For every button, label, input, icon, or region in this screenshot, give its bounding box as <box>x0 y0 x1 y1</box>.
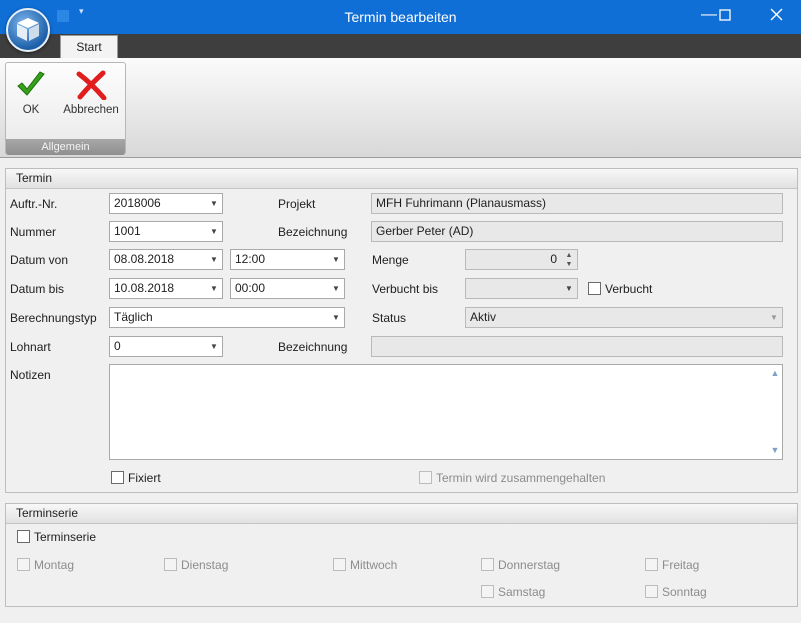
freitag-label: Freitag <box>662 558 700 572</box>
dienstag-checkbox[interactable] <box>164 558 177 571</box>
chevron-down-icon[interactable]: ▼ <box>206 279 222 298</box>
nummer-label: Nummer <box>10 225 57 239</box>
chevron-down-icon[interactable]: ▼ <box>328 308 344 327</box>
samstag-label: Samstag <box>498 585 546 599</box>
notizen-label: Notizen <box>10 368 51 382</box>
projekt-field: MFH Fuhrimann (Planausmass) <box>371 193 783 214</box>
terminserie-checkbox[interactable] <box>17 530 30 543</box>
ribbon-tab-strip <box>0 34 801 58</box>
donnerstag-label: Donnerstag <box>498 558 561 572</box>
termin-header: Termin <box>6 169 797 189</box>
quick-access-icon[interactable] <box>57 8 71 26</box>
status-value: Aktiv <box>470 310 497 324</box>
close-button[interactable] <box>753 0 799 30</box>
status-label: Status <box>372 311 407 325</box>
berechnungstyp-value: Täglich <box>114 310 153 324</box>
cross-icon <box>76 70 107 100</box>
window-title: Termin bearbeiten <box>344 9 457 25</box>
verbucht-bis-label: Verbucht bis <box>372 282 439 296</box>
menge-value: 0 <box>550 252 557 266</box>
auftr-label: Auftr.-Nr. <box>10 197 58 211</box>
terminserie-header: Terminserie <box>6 504 797 524</box>
bezeichnung2-label: Bezeichnung <box>278 340 348 354</box>
dienstag-label: Dienstag <box>181 558 229 572</box>
freitag-checkbox[interactable] <box>645 558 658 571</box>
donnerstag-checkbox[interactable] <box>481 558 494 571</box>
auftr-value: 2018006 <box>114 196 161 210</box>
chevron-down-icon[interactable]: ▼ <box>206 337 222 356</box>
mittwoch-checkbox[interactable] <box>333 558 346 571</box>
projekt-value: MFH Fuhrimann (Planausmass) <box>376 196 547 210</box>
datum-bis-value: 10.08.2018 <box>114 281 175 295</box>
sonntag-checkbox[interactable] <box>645 585 658 598</box>
datum-bis-picker[interactable]: 10.08.2018 ▼ <box>109 278 223 299</box>
datum-von-value: 08.08.2018 <box>114 252 175 266</box>
fixiert-label: Fixiert <box>128 471 161 485</box>
terminserie-label: Terminserie <box>34 530 97 544</box>
sonntag-label: Sonntag <box>662 585 707 599</box>
projekt-label: Projekt <box>278 197 316 211</box>
cancel-label: Abbrechen <box>63 104 119 116</box>
maximize-button[interactable] <box>702 0 748 30</box>
ok-button[interactable]: OK <box>10 70 52 116</box>
chevron-down-icon[interactable]: ▼ <box>206 250 222 269</box>
fixiert-checkbox[interactable] <box>111 471 124 484</box>
nummer-combo[interactable]: 1001 ▼ <box>109 221 223 242</box>
ribbon-group-label: Allgemein <box>6 139 125 155</box>
verbucht-bis-picker[interactable]: ▼ <box>465 278 578 299</box>
datum-von-label: Datum von <box>10 253 69 267</box>
chevron-down-icon[interactable]: ▼ <box>328 250 344 269</box>
auftr-combo[interactable]: 2018006 ▼ <box>109 193 223 214</box>
lohnart-combo[interactable]: 0 ▼ <box>109 336 223 357</box>
scroll-down-icon[interactable]: ▼ <box>768 445 782 459</box>
chevron-down-icon[interactable]: ▼ <box>766 308 782 327</box>
notizen-textarea[interactable] <box>109 364 783 460</box>
zusammen-label: Termin wird zusammengehalten <box>436 471 606 485</box>
lohnart-label: Lohnart <box>10 340 51 354</box>
samstag-checkbox[interactable] <box>481 585 494 598</box>
close-icon <box>770 8 782 21</box>
spin-arrows-icon[interactable]: ▲ ▼ <box>561 250 577 269</box>
cube-icon <box>17 18 39 41</box>
chevron-down-icon[interactable]: ▼ <box>206 222 222 241</box>
checkmark-icon <box>17 71 45 96</box>
bezeichnung-field: Gerber Peter (AD) <box>371 221 783 242</box>
berechnungstyp-combo[interactable]: Täglich ▼ <box>109 307 345 328</box>
berechnungstyp-label: Berechnungstyp <box>10 311 97 325</box>
lohnart-value: 0 <box>114 339 121 353</box>
quick-access-dropdown-icon[interactable]: ▾ <box>79 6 93 24</box>
cancel-button[interactable]: Abbrechen <box>58 70 124 116</box>
chevron-down-icon[interactable]: ▼ <box>206 194 222 213</box>
montag-checkbox[interactable] <box>17 558 30 571</box>
status-combo[interactable]: Aktiv ▼ <box>465 307 783 328</box>
mittwoch-label: Mittwoch <box>350 558 398 572</box>
ok-label: OK <box>22 104 40 116</box>
scroll-up-icon[interactable]: ▲ <box>768 368 782 382</box>
menge-label: Menge <box>372 253 409 267</box>
zusammen-checkbox[interactable] <box>419 471 432 484</box>
montag-label: Montag <box>34 558 75 572</box>
bezeichnung-value: Gerber Peter (AD) <box>376 224 474 238</box>
zeit-von-value: 12:00 <box>235 252 266 266</box>
maximize-icon <box>719 9 731 21</box>
zeit-von-picker[interactable]: 12:00 ▼ <box>230 249 345 270</box>
chevron-down-icon[interactable]: ▼ <box>328 279 344 298</box>
zeit-bis-picker[interactable]: 00:00 ▼ <box>230 278 345 299</box>
datum-von-picker[interactable]: 08.08.2018 ▼ <box>109 249 223 270</box>
zeit-bis-value: 00:00 <box>235 281 266 295</box>
verbucht-checkbox[interactable] <box>588 282 601 295</box>
nummer-value: 1001 <box>114 224 141 238</box>
bezeichnung-label: Bezeichnung <box>278 225 348 239</box>
menge-spinner[interactable]: 0 ▲ ▼ <box>465 249 578 270</box>
verbucht-label: Verbucht <box>605 282 653 296</box>
datum-bis-label: Datum bis <box>10 282 65 296</box>
app-menu-button[interactable] <box>6 8 50 52</box>
chevron-down-icon[interactable]: ▼ <box>561 279 577 298</box>
tab-start[interactable]: Start <box>60 35 118 59</box>
bezeichnung2-field <box>371 336 783 357</box>
